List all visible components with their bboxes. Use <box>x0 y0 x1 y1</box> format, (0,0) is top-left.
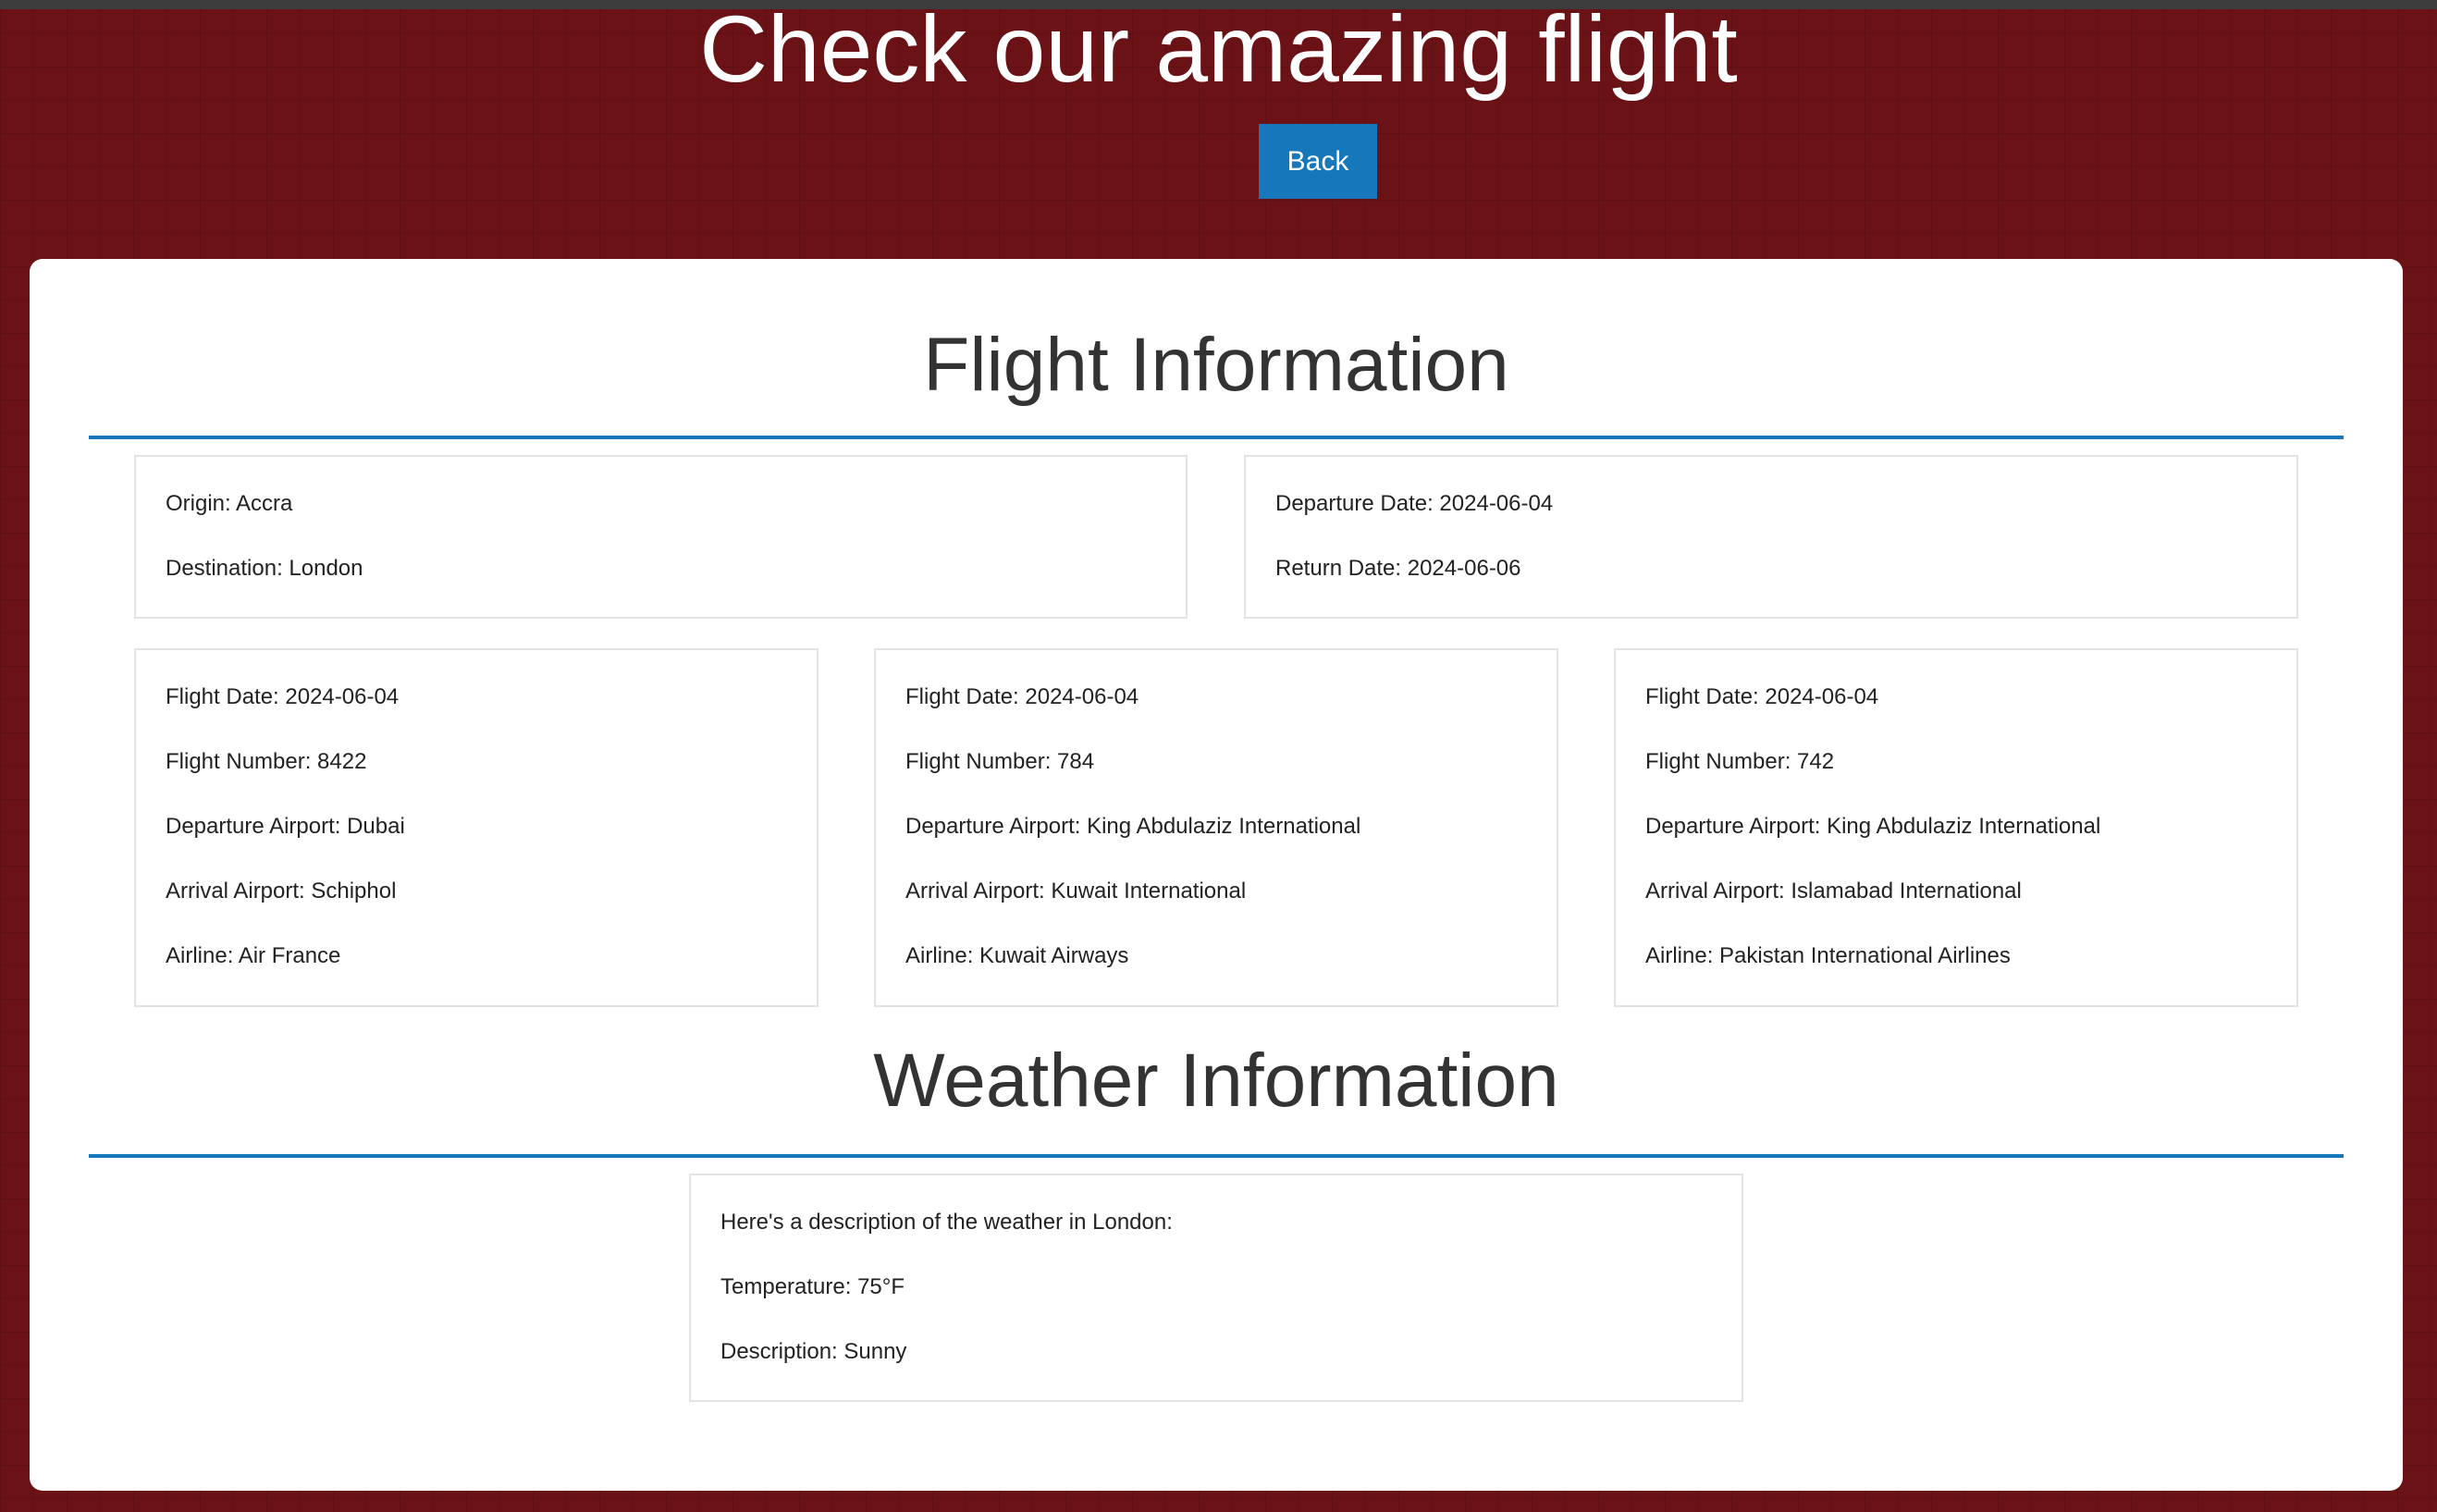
airline-text: Airline: Air France <box>166 943 341 968</box>
flight-card: Flight Date: 2024-06-04 Flight Number: 7… <box>874 648 1558 1007</box>
weather-information-heading: Weather Information <box>873 1039 1559 1123</box>
weather-intro-text: Here's a description of the weather in L… <box>720 1210 1173 1235</box>
weather-section-divider <box>89 1154 2344 1158</box>
destination-text: Destination: London <box>166 556 363 581</box>
flight-section-divider <box>89 436 2344 439</box>
route-box: Origin: Accra Destination: London <box>134 455 1188 619</box>
departure-airport-text: Departure Airport: Dubai <box>166 814 405 839</box>
flight-number-text: Flight Number: 8422 <box>166 749 367 774</box>
flight-date-text: Flight Date: 2024-06-04 <box>166 684 400 709</box>
content-card: Flight Information Origin: Accra Destina… <box>30 259 2403 1491</box>
departure-airport-text: Departure Airport: King Abdulaziz Intern… <box>905 814 1361 839</box>
departure-airport-text: Departure Airport: King Abdulaziz Intern… <box>1645 814 2101 839</box>
arrival-airport-text: Arrival Airport: Schiphol <box>166 879 397 904</box>
weather-box: Here's a description of the weather in L… <box>689 1174 1743 1402</box>
page-header: Check our amazing flight Back <box>0 0 2437 259</box>
flight-card: Flight Date: 2024-06-04 Flight Number: 8… <box>134 648 818 1007</box>
temperature-text: Temperature: 75°F <box>720 1274 905 1299</box>
airline-text: Airline: Kuwait Airways <box>905 943 1129 968</box>
flight-number-text: Flight Number: 742 <box>1645 749 1835 774</box>
arrival-airport-text: Arrival Airport: Islamabad International <box>1645 879 2022 904</box>
return-date-text: Return Date: 2024-06-06 <box>1275 556 1521 581</box>
airline-text: Airline: Pakistan International Airlines <box>1645 943 2011 968</box>
arrival-airport-text: Arrival Airport: Kuwait International <box>905 879 1247 904</box>
weather-description-text: Description: Sunny <box>720 1339 907 1364</box>
departure-date-text: Departure Date: 2024-06-04 <box>1275 491 1554 516</box>
flight-information-heading: Flight Information <box>923 323 1509 407</box>
dates-box: Departure Date: 2024-06-04 Return Date: … <box>1244 455 2298 619</box>
back-button[interactable]: Back <box>1259 124 1377 199</box>
origin-text: Origin: Accra <box>166 491 293 516</box>
flight-date-text: Flight Date: 2024-06-04 <box>905 684 1139 709</box>
flight-date-text: Flight Date: 2024-06-04 <box>1645 684 1879 709</box>
page-title: Check our amazing flight <box>699 0 1738 102</box>
flight-number-text: Flight Number: 784 <box>905 749 1095 774</box>
flight-card: Flight Date: 2024-06-04 Flight Number: 7… <box>1614 648 2298 1007</box>
